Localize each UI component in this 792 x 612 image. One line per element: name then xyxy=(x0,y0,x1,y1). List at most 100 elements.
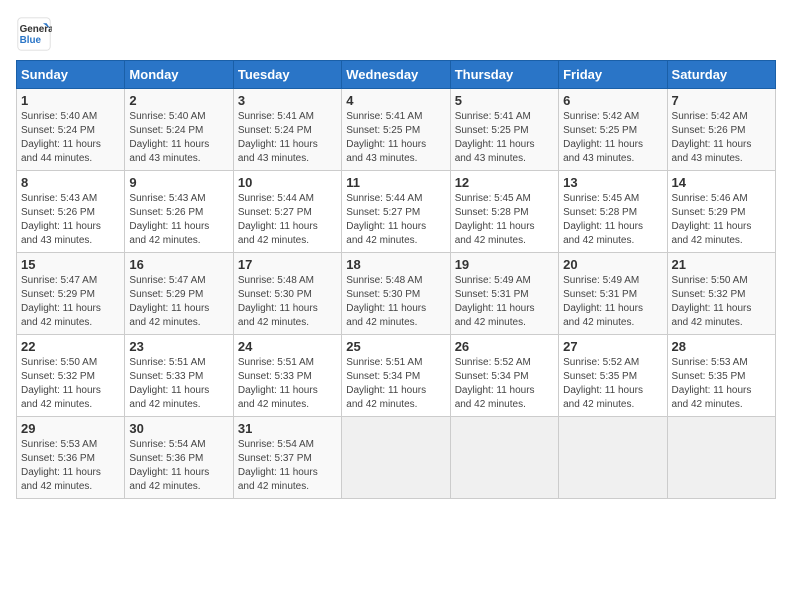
col-header-thursday: Thursday xyxy=(450,61,558,89)
day-info: Sunrise: 5:48 AM Sunset: 5:30 PM Dayligh… xyxy=(346,274,445,330)
day-number: 29 xyxy=(21,421,120,436)
calendar-cell xyxy=(342,417,450,499)
day-info: Sunrise: 5:42 AM Sunset: 5:25 PM Dayligh… xyxy=(563,110,662,166)
day-info: Sunrise: 5:44 AM Sunset: 5:27 PM Dayligh… xyxy=(238,192,337,248)
day-info: Sunrise: 5:50 AM Sunset: 5:32 PM Dayligh… xyxy=(21,356,120,412)
day-info: Sunrise: 5:51 AM Sunset: 5:34 PM Dayligh… xyxy=(346,356,445,412)
day-info: Sunrise: 5:43 AM Sunset: 5:26 PM Dayligh… xyxy=(21,192,120,248)
day-number: 28 xyxy=(672,339,771,354)
day-info: Sunrise: 5:44 AM Sunset: 5:27 PM Dayligh… xyxy=(346,192,445,248)
calendar-cell: 31 Sunrise: 5:54 AM Sunset: 5:37 PM Dayli… xyxy=(233,417,341,499)
calendar-cell: 2 Sunrise: 5:40 AM Sunset: 5:24 PM Daylig… xyxy=(125,89,233,171)
week-row-3: 15 Sunrise: 5:47 AM Sunset: 5:29 PM Dayli… xyxy=(17,253,776,335)
calendar-cell: 15 Sunrise: 5:47 AM Sunset: 5:29 PM Dayli… xyxy=(17,253,125,335)
header: General Blue xyxy=(16,16,776,52)
day-number: 11 xyxy=(346,175,445,190)
day-number: 27 xyxy=(563,339,662,354)
day-info: Sunrise: 5:41 AM Sunset: 5:25 PM Dayligh… xyxy=(455,110,554,166)
calendar-table: SundayMondayTuesdayWednesdayThursdayFrid… xyxy=(16,60,776,499)
week-row-2: 8Sunrise: 5:43 AM Sunset: 5:26 PM Daylig… xyxy=(17,171,776,253)
calendar-cell: 3 Sunrise: 5:41 AM Sunset: 5:24 PM Daylig… xyxy=(233,89,341,171)
col-header-monday: Monday xyxy=(125,61,233,89)
week-row-4: 22 Sunrise: 5:50 AM Sunset: 5:32 PM Dayli… xyxy=(17,335,776,417)
day-number: 21 xyxy=(672,257,771,272)
calendar-cell: 22 Sunrise: 5:50 AM Sunset: 5:32 PM Dayli… xyxy=(17,335,125,417)
svg-text:Blue: Blue xyxy=(20,35,42,46)
day-number: 2 xyxy=(129,93,228,108)
calendar-cell: 25 Sunrise: 5:51 AM Sunset: 5:34 PM Dayli… xyxy=(342,335,450,417)
day-number: 3 xyxy=(238,93,337,108)
day-info: Sunrise: 5:54 AM Sunset: 5:36 PM Dayligh… xyxy=(129,438,228,494)
calendar-cell: 19 Sunrise: 5:49 AM Sunset: 5:31 PM Dayli… xyxy=(450,253,558,335)
col-header-friday: Friday xyxy=(559,61,667,89)
calendar-cell: 17Sunrise: 5:48 AM Sunset: 5:30 PM Dayli… xyxy=(233,253,341,335)
calendar-cell: 6 Sunrise: 5:42 AM Sunset: 5:25 PM Daylig… xyxy=(559,89,667,171)
day-info: Sunrise: 5:54 AM Sunset: 5:37 PM Dayligh… xyxy=(238,438,337,494)
day-info: Sunrise: 5:51 AM Sunset: 5:33 PM Dayligh… xyxy=(129,356,228,412)
day-info: Sunrise: 5:53 AM Sunset: 5:35 PM Dayligh… xyxy=(672,356,771,412)
day-info: Sunrise: 5:50 AM Sunset: 5:32 PM Dayligh… xyxy=(672,274,771,330)
day-info: Sunrise: 5:47 AM Sunset: 5:29 PM Dayligh… xyxy=(129,274,228,330)
col-header-saturday: Saturday xyxy=(667,61,775,89)
col-header-wednesday: Wednesday xyxy=(342,61,450,89)
day-number: 24 xyxy=(238,339,337,354)
day-info: Sunrise: 5:45 AM Sunset: 5:28 PM Dayligh… xyxy=(455,192,554,248)
calendar-cell: 29Sunrise: 5:53 AM Sunset: 5:36 PM Dayli… xyxy=(17,417,125,499)
calendar-cell: 26Sunrise: 5:52 AM Sunset: 5:34 PM Dayli… xyxy=(450,335,558,417)
calendar-cell: 11 Sunrise: 5:44 AM Sunset: 5:27 PM Dayli… xyxy=(342,171,450,253)
calendar-cell: 5 Sunrise: 5:41 AM Sunset: 5:25 PM Daylig… xyxy=(450,89,558,171)
day-info: Sunrise: 5:51 AM Sunset: 5:33 PM Dayligh… xyxy=(238,356,337,412)
day-number: 1 xyxy=(21,93,120,108)
day-number: 6 xyxy=(563,93,662,108)
calendar-cell: 9 Sunrise: 5:43 AM Sunset: 5:26 PM Daylig… xyxy=(125,171,233,253)
calendar-cell: 28 Sunrise: 5:53 AM Sunset: 5:35 PM Dayli… xyxy=(667,335,775,417)
day-info: Sunrise: 5:49 AM Sunset: 5:31 PM Dayligh… xyxy=(563,274,662,330)
day-number: 31 xyxy=(238,421,337,436)
day-info: Sunrise: 5:45 AM Sunset: 5:28 PM Dayligh… xyxy=(563,192,662,248)
day-number: 12 xyxy=(455,175,554,190)
day-number: 14 xyxy=(672,175,771,190)
day-info: Sunrise: 5:46 AM Sunset: 5:29 PM Dayligh… xyxy=(672,192,771,248)
day-info: Sunrise: 5:47 AM Sunset: 5:29 PM Dayligh… xyxy=(21,274,120,330)
day-number: 23 xyxy=(129,339,228,354)
day-number: 13 xyxy=(563,175,662,190)
col-header-sunday: Sunday xyxy=(17,61,125,89)
day-number: 30 xyxy=(129,421,228,436)
calendar-cell: 1 Sunrise: 5:40 AM Sunset: 5:24 PM Daylig… xyxy=(17,89,125,171)
calendar-cell: 18 Sunrise: 5:48 AM Sunset: 5:30 PM Dayli… xyxy=(342,253,450,335)
logo: General Blue xyxy=(16,16,52,52)
day-number: 15 xyxy=(21,257,120,272)
calendar-cell: 10 Sunrise: 5:44 AM Sunset: 5:27 PM Dayli… xyxy=(233,171,341,253)
calendar-cell: 21 Sunrise: 5:50 AM Sunset: 5:32 PM Dayli… xyxy=(667,253,775,335)
calendar-cell: 27 Sunrise: 5:52 AM Sunset: 5:35 PM Dayli… xyxy=(559,335,667,417)
calendar-cell: 23 Sunrise: 5:51 AM Sunset: 5:33 PM Dayli… xyxy=(125,335,233,417)
day-number: 22 xyxy=(21,339,120,354)
day-number: 20 xyxy=(563,257,662,272)
day-number: 5 xyxy=(455,93,554,108)
day-number: 25 xyxy=(346,339,445,354)
header-row: SundayMondayTuesdayWednesdayThursdayFrid… xyxy=(17,61,776,89)
day-info: Sunrise: 5:41 AM Sunset: 5:25 PM Dayligh… xyxy=(346,110,445,166)
calendar-cell: 12 Sunrise: 5:45 AM Sunset: 5:28 PM Dayli… xyxy=(450,171,558,253)
calendar-cell: 16Sunrise: 5:47 AM Sunset: 5:29 PM Dayli… xyxy=(125,253,233,335)
calendar-cell xyxy=(559,417,667,499)
day-info: Sunrise: 5:43 AM Sunset: 5:26 PM Dayligh… xyxy=(129,192,228,248)
day-info: Sunrise: 5:40 AM Sunset: 5:24 PM Dayligh… xyxy=(129,110,228,166)
week-row-1: 1 Sunrise: 5:40 AM Sunset: 5:24 PM Daylig… xyxy=(17,89,776,171)
calendar-cell: 8Sunrise: 5:43 AM Sunset: 5:26 PM Daylig… xyxy=(17,171,125,253)
day-number: 19 xyxy=(455,257,554,272)
week-row-5: 29Sunrise: 5:53 AM Sunset: 5:36 PM Dayli… xyxy=(17,417,776,499)
calendar-cell xyxy=(450,417,558,499)
day-info: Sunrise: 5:49 AM Sunset: 5:31 PM Dayligh… xyxy=(455,274,554,330)
day-number: 10 xyxy=(238,175,337,190)
day-number: 4 xyxy=(346,93,445,108)
day-info: Sunrise: 5:41 AM Sunset: 5:24 PM Dayligh… xyxy=(238,110,337,166)
day-number: 9 xyxy=(129,175,228,190)
day-info: Sunrise: 5:40 AM Sunset: 5:24 PM Dayligh… xyxy=(21,110,120,166)
calendar-cell: 14 Sunrise: 5:46 AM Sunset: 5:29 PM Dayli… xyxy=(667,171,775,253)
col-header-tuesday: Tuesday xyxy=(233,61,341,89)
day-info: Sunrise: 5:42 AM Sunset: 5:26 PM Dayligh… xyxy=(672,110,771,166)
day-number: 18 xyxy=(346,257,445,272)
day-info: Sunrise: 5:52 AM Sunset: 5:35 PM Dayligh… xyxy=(563,356,662,412)
calendar-cell: 20 Sunrise: 5:49 AM Sunset: 5:31 PM Dayli… xyxy=(559,253,667,335)
